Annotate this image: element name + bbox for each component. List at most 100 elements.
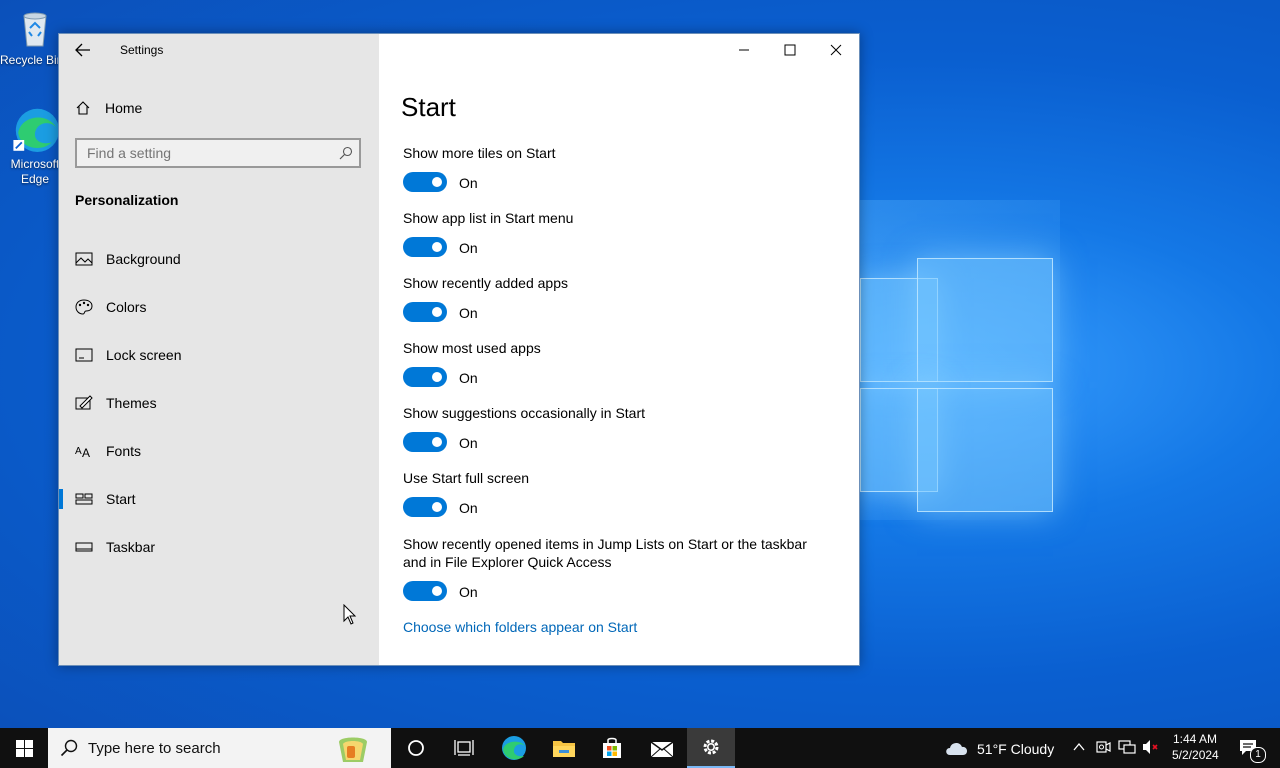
find-setting-search[interactable] [75,138,361,168]
home-icon [76,101,90,115]
mail-envelope-icon [650,741,674,758]
windows-start-icon [15,739,33,757]
toggle-show-app-list[interactable] [403,237,447,257]
palette-icon [75,299,93,315]
toggle-state: On [459,370,478,386]
task-view-button[interactable] [440,728,488,768]
setting-label: Use Start full screen [403,470,530,486]
clock-time: 1:44 AM [1172,732,1218,746]
taskbar-mail-button[interactable] [638,728,686,768]
maximize-button[interactable] [767,34,813,66]
cortana-circle-icon [408,740,424,756]
edge-icon [13,108,60,152]
toggle-show-recently-added[interactable] [403,302,447,322]
sidebar-item-home[interactable]: Home [75,98,142,118]
windows-logo-wallpaper [835,258,1055,513]
fonts-icon: A A [75,446,90,459]
themes-brush-icon [75,395,93,410]
notification-count-badge: 1 [1250,747,1266,763]
taskbar-icon [75,542,93,552]
minimize-icon [739,49,749,51]
toggle-show-suggestions[interactable] [403,432,447,452]
settings-content: Start Show more tiles on Start On Show a… [379,34,859,665]
taskbar-edge-button[interactable] [490,728,538,768]
setting-label: Show recently added apps [403,275,568,291]
settings-sidebar: Settings Home Personalization Background [59,34,379,665]
settings-window: Settings Home Personalization Background [58,33,860,666]
meet-now-icon[interactable] [1095,739,1111,755]
recycle-bin-icon [23,12,47,47]
toggle-show-most-used[interactable] [403,367,447,387]
desktop-icon-label: Recycle Bin [0,53,58,67]
taskbar-search-box[interactable]: Type here to search [48,728,391,768]
sidebar-item-colors[interactable]: Colors [59,287,379,327]
toggle-show-more-tiles[interactable] [403,172,447,192]
close-button[interactable] [813,34,859,66]
back-arrow-icon[interactable] [73,41,93,59]
lock-screen-icon [75,348,93,362]
setting-label: Show recently opened items in Jump Lists… [403,536,807,570]
start-tiles-icon [75,493,93,505]
network-icon[interactable] [1118,739,1136,755]
start-button[interactable] [0,728,48,768]
toggle-state: On [459,435,478,451]
search-highlight-illustration-icon [339,737,367,762]
gear-icon [703,739,719,755]
sidebar-item-label: Colors [106,299,147,315]
maximize-icon [784,44,796,56]
file-explorer-folder-icon [553,741,575,757]
sidebar-item-label: Lock screen [106,347,182,363]
taskbar-file-explorer-button[interactable] [540,728,588,768]
sidebar-item-fonts[interactable]: A A Fonts [59,431,379,471]
home-label: Home [105,100,143,116]
title-bar: Settings [59,34,379,66]
sidebar-item-label: Taskbar [106,539,156,555]
mouse-cursor-icon [343,604,357,625]
cloudy-weather-icon[interactable] [944,739,970,757]
toggle-jump-lists[interactable] [403,581,447,601]
taskbar-search-placeholder: Type here to search [88,740,221,757]
toggle-full-screen[interactable] [403,497,447,517]
microsoft-store-icon [603,737,621,758]
sidebar-item-label: Themes [106,395,157,411]
minimize-button[interactable] [721,34,767,66]
weather-text[interactable]: 51°F Cloudy [977,741,1054,757]
sidebar-item-lock-screen[interactable]: Lock screen [59,335,379,375]
chevron-up-icon[interactable] [1072,741,1086,753]
choose-folders-link[interactable]: Choose which folders appear on Start [403,619,637,635]
volume-muted-icon[interactable] [1142,739,1160,755]
search-icon [339,146,353,160]
toggle-state: On [459,500,478,516]
clock-date: 5/2/2024 [1172,748,1219,762]
toggle-state: On [459,175,478,191]
edge-icon [502,736,526,760]
sidebar-item-label: Background [106,251,181,267]
taskbar: Type here to search 51°F Cloudy 1:44 AM … [0,728,1280,768]
toggle-state: On [459,305,478,321]
desktop-icon-label: Microsoft Edge [10,157,60,186]
search-icon [60,739,78,757]
app-title: Settings [120,43,164,57]
cortana-button[interactable] [392,728,440,768]
setting-label: Show more tiles on Start [403,145,556,161]
sidebar-item-label: Start [106,491,136,507]
setting-label: Show suggestions occasionally in Start [403,405,646,421]
taskbar-settings-button[interactable] [687,728,735,768]
setting-label: Show app list in Start menu [403,210,574,226]
close-icon [830,44,842,56]
sidebar-item-background[interactable]: Background [59,239,379,279]
setting-label: Show most used apps [403,340,541,356]
sidebar-item-themes[interactable]: Themes [59,383,379,423]
find-setting-input[interactable] [77,140,327,161]
section-title: Personalization [75,192,179,208]
toggle-state: On [459,584,478,600]
sidebar-item-label: Fonts [106,443,142,459]
taskbar-clock[interactable]: 1:44 AM 5/2/2024 [1172,731,1219,763]
task-view-icon [454,740,474,756]
action-center-button[interactable]: 1 [1236,736,1266,763]
sidebar-item-taskbar[interactable]: Taskbar [59,527,379,567]
background-image-icon [75,252,93,266]
sidebar-item-start[interactable]: Start [59,479,379,519]
taskbar-store-button[interactable] [588,728,636,768]
toggle-state: On [459,240,478,256]
